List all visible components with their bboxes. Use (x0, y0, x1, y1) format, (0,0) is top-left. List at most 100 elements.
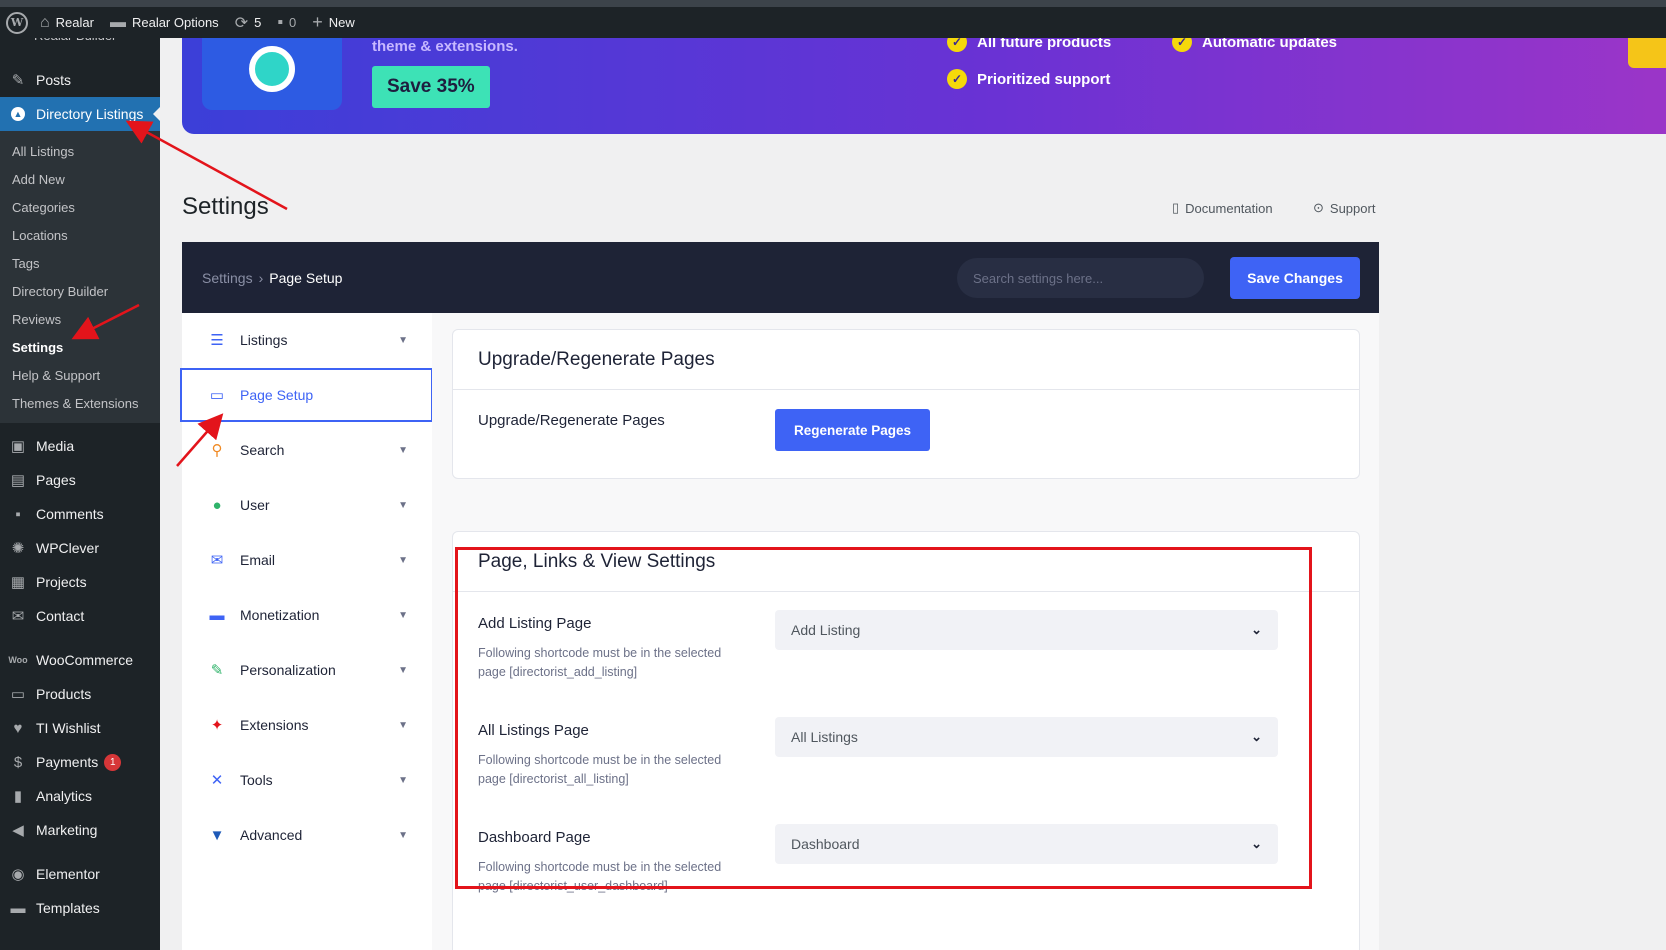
sidebar-item-label: Projects (36, 574, 87, 590)
sidebar-item-label: Products (36, 686, 92, 702)
list-icon: ☰ (210, 332, 224, 349)
sidebar-item-media[interactable]: ▣ Media (0, 429, 160, 463)
comment-icon: ▪ (15, 505, 21, 523)
pin-icon: ✎ (11, 72, 25, 89)
sidebar-item-contact[interactable]: ✉ Contact (0, 599, 160, 633)
settings-search-input[interactable] (957, 258, 1204, 298)
wordpress-logo-icon[interactable]: W (6, 11, 28, 34)
nav-item-label: Personalization (240, 662, 336, 678)
directory-icon: ▲ (8, 104, 28, 124)
adminbar-realar-options[interactable]: ▬ Realar Options (110, 14, 219, 32)
sidebar-item-wpclever[interactable]: ✺ WPClever (0, 531, 160, 565)
directorist-logo-icon (202, 38, 342, 110)
card-icon: ▬ (209, 606, 225, 624)
sidebar-item-ti-wishlist[interactable]: ♥ TI Wishlist (0, 711, 160, 745)
nav-item-label: Search (240, 442, 285, 458)
sidebar-item-label: Comments (36, 506, 104, 522)
sidebar-item-payments[interactable]: $ Payments 1 (0, 745, 160, 779)
banner-feature-label: Prioritized support (977, 70, 1111, 88)
nav-item-label: Monetization (240, 607, 320, 623)
documentation-link[interactable]: ▯ Documentation (1172, 200, 1273, 216)
submenu-item-all-listings[interactable]: All Listings (0, 137, 160, 165)
nav-item-extensions[interactable]: ✦ Extensions ▼ (182, 698, 432, 752)
adminbar-updates[interactable]: ⟳ 5 (235, 13, 262, 33)
wand-icon: ✦ (210, 717, 224, 734)
submenu-item-categories[interactable]: Categories (0, 193, 160, 221)
sidebar-item-label: Payments (36, 754, 99, 770)
sidebar-item-comments[interactable]: ▪ Comments (0, 497, 160, 531)
nav-item-label: Listings (240, 332, 288, 348)
sidebar-item-posts[interactable]: ✎ Posts (0, 63, 160, 97)
home-icon: ⌂ (40, 13, 50, 31)
media-icon: ▣ (10, 438, 26, 455)
sidebar-item-label: WPClever (36, 540, 100, 556)
brush-icon: ✎ (210, 662, 224, 679)
nav-item-listings[interactable]: ☰ Listings ▼ (182, 313, 432, 367)
nav-item-label: Extensions (240, 717, 309, 733)
sidebar-item-label: Templates (36, 900, 100, 916)
sidebar-item-directory-listings[interactable]: ▲ Directory Listings (0, 97, 160, 131)
nav-item-personalization[interactable]: ✎ Personalization ▼ (182, 643, 432, 697)
filter-icon: ▼ (209, 826, 225, 844)
mail-icon: ✉ (11, 608, 25, 625)
sidebar-item-elementor[interactable]: ◉ Elementor (0, 857, 160, 891)
nav-item-monetization[interactable]: ▬ Monetization ▼ (182, 588, 432, 642)
mail-icon: ✉ (210, 552, 224, 569)
check-icon: ✓ (1172, 38, 1192, 52)
dollar-icon: $ (13, 753, 23, 771)
nav-item-page-setup[interactable]: ▭ Page Setup (180, 368, 433, 422)
caret-down-icon: ▼ (398, 774, 408, 786)
regenerate-pages-button[interactable]: Regenerate Pages (775, 409, 930, 451)
admin-sidebar: Realar Builder ✎ Posts ▲ Directory Listi… (0, 38, 160, 950)
sidebar-item-pages[interactable]: ▤ Pages (0, 463, 160, 497)
sidebar-item-projects[interactable]: ▦ Projects (0, 565, 160, 599)
nav-item-search[interactable]: ⚲ Search ▼ (182, 423, 432, 477)
save-changes-button[interactable]: Save Changes (1230, 257, 1360, 299)
settings-header: Settings › Page Setup Save Changes (182, 242, 1379, 313)
adminbar-realar-options-label: Realar Options (131, 15, 219, 30)
submenu-item-themes-extensions[interactable]: Themes & Extensions (0, 389, 160, 417)
adminbar-new-label: New (328, 15, 355, 30)
chevron-right-icon: › (258, 270, 264, 286)
submenu-item-add-new[interactable]: Add New (0, 165, 160, 193)
heart-icon: ♥ (13, 719, 23, 737)
banner-feature: ✓ Automatic updates (1172, 38, 1337, 52)
documentation-label: Documentation (1185, 200, 1273, 216)
nav-item-tools[interactable]: ✕ Tools ▼ (182, 753, 432, 807)
banner-save-button[interactable]: Save 35% (372, 66, 490, 108)
caret-down-icon: ▼ (398, 609, 408, 621)
search-icon: ⚲ (211, 442, 223, 459)
sidebar-item-products[interactable]: ▭ Products (0, 677, 160, 711)
megaphone-icon: ◀ (12, 822, 24, 839)
projects-icon: ▦ (10, 574, 26, 591)
adminbar-site-link[interactable]: ⌂ Realar (40, 14, 94, 32)
directory-submenu: All Listings Add New Categories Location… (0, 131, 160, 423)
submenu-item-locations[interactable]: Locations (0, 221, 160, 249)
sidebar-item-woocommerce[interactable]: Woo WooCommerce (0, 643, 160, 677)
bar-chart-icon: ▮ (13, 788, 23, 805)
tools-icon: ✕ (210, 772, 224, 789)
adminbar-comments[interactable]: ▪ 0 (277, 14, 296, 32)
archive-icon: ▭ (10, 686, 26, 703)
admin-bar: W ⌂ Realar ▬ Realar Options ⟳ 5 ▪ 0 + Ne… (0, 0, 1666, 38)
nav-item-user[interactable]: ● User ▼ (182, 478, 432, 532)
sidebar-item-analytics[interactable]: ▮ Analytics (0, 779, 160, 813)
sidebar-item-marketing[interactable]: ◀ Marketing (0, 813, 160, 847)
folder-icon: ▬ (10, 899, 26, 917)
submenu-item-tags[interactable]: Tags (0, 249, 160, 277)
adminbar-new[interactable]: + New (312, 12, 355, 33)
nav-item-email[interactable]: ✉ Email ▼ (182, 533, 432, 587)
support-link[interactable]: ⊙ Support (1313, 200, 1375, 216)
submenu-item-help-support[interactable]: Help & Support (0, 361, 160, 389)
sidebar-item-templates[interactable]: ▬ Templates (0, 891, 160, 925)
breadcrumb-root[interactable]: Settings (202, 270, 253, 286)
submenu-item-settings[interactable]: Settings (0, 333, 160, 361)
submenu-item-directory-builder[interactable]: Directory Builder (0, 277, 160, 305)
promo-banner: theme & extensions. Save 35% ✓ All futur… (182, 38, 1666, 134)
elementor-icon: ◉ (11, 866, 25, 883)
nav-item-advanced[interactable]: ▼ Advanced ▼ (182, 808, 432, 862)
banner-cta-edge[interactable] (1628, 38, 1666, 68)
banner-feature: ✓ Prioritized support (947, 69, 1110, 89)
submenu-item-reviews[interactable]: Reviews (0, 305, 160, 333)
sidebar-partial-item[interactable]: Realar Builder (0, 38, 160, 55)
